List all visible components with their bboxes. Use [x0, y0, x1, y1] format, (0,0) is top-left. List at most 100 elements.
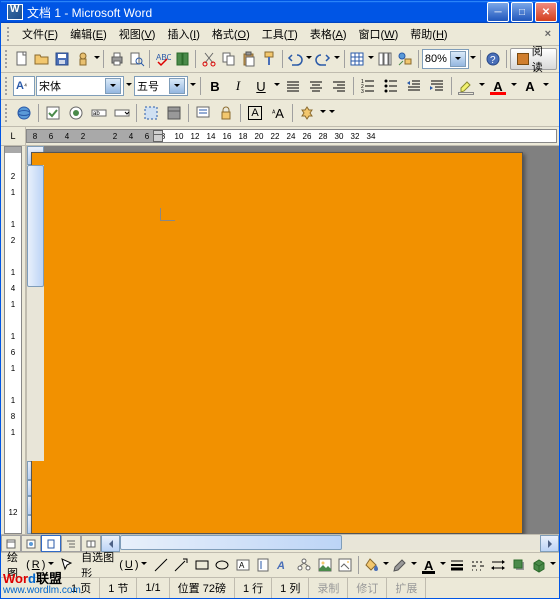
status-revision[interactable]: 修订 [348, 578, 387, 598]
copy-button[interactable] [219, 48, 238, 70]
radio-button[interactable] [65, 102, 87, 124]
horizontal-ruler[interactable]: L 8642246810121416182022242628303234 [1, 127, 559, 146]
menu-help[interactable]: 帮助(H) [404, 24, 453, 44]
char-shading-button[interactable]: A [519, 75, 541, 97]
decrease-indent-button[interactable] [403, 75, 425, 97]
permission-dropdown[interactable] [93, 56, 100, 62]
bullets-button[interactable] [380, 75, 402, 97]
research-button[interactable] [173, 48, 192, 70]
bold-button[interactable]: B [204, 75, 226, 97]
tab-selector[interactable]: L [1, 127, 26, 145]
line-color-dropdown[interactable] [411, 562, 418, 568]
underline-dropdown[interactable] [273, 83, 281, 89]
underline-button[interactable]: U [250, 75, 272, 97]
italic-button[interactable]: I [227, 75, 249, 97]
toolbar-overflow[interactable] [328, 110, 336, 116]
align-distribute-button[interactable] [282, 75, 304, 97]
redo-dropdown[interactable] [334, 56, 341, 62]
close-button[interactable]: ✕ [535, 2, 557, 22]
diagram-button[interactable] [295, 554, 315, 576]
redo-button[interactable] [314, 48, 333, 70]
status-extend[interactable]: 扩展 [387, 578, 426, 598]
highlight-button[interactable] [455, 75, 477, 97]
undo-button[interactable] [286, 48, 305, 70]
text-field-button[interactable]: ab [88, 102, 110, 124]
zoom-combo[interactable]: 80% [422, 49, 469, 69]
menu-table[interactable]: 表格(A) [304, 24, 353, 44]
toolbar-grip[interactable] [5, 50, 10, 68]
menu-view[interactable]: 视图(V) [113, 24, 162, 44]
paste-button[interactable] [240, 48, 259, 70]
font-color-button[interactable]: A [487, 75, 509, 97]
checkbox-button[interactable] [42, 102, 64, 124]
drawing-toolbar-button[interactable] [396, 48, 415, 70]
scroll-right-button[interactable] [540, 535, 559, 552]
hscroll-track[interactable] [120, 535, 540, 550]
new-doc-button[interactable] [13, 48, 32, 70]
maximize-button[interactable]: □ [511, 2, 533, 22]
vertical-textbox-button[interactable] [254, 554, 274, 576]
line-color-button[interactable] [390, 554, 410, 576]
web-tools-button[interactable] [13, 102, 35, 124]
toolbar-grip-2[interactable] [5, 77, 10, 95]
columns-button[interactable] [376, 48, 395, 70]
open-button[interactable] [33, 48, 52, 70]
insert-picture-button[interactable] [336, 554, 356, 576]
scroll-track[interactable] [27, 165, 44, 461]
save-button[interactable] [53, 48, 72, 70]
left-indent-marker[interactable] [153, 134, 163, 142]
format-painter-button[interactable] [260, 48, 279, 70]
align-right-button[interactable] [328, 75, 350, 97]
zoom-dropdown[interactable] [470, 56, 477, 62]
menubar-grip[interactable] [7, 27, 12, 41]
vertical-ruler[interactable]: 21121411611811216 [1, 146, 26, 534]
line-style-button[interactable] [447, 554, 467, 576]
font-combo[interactable]: 宋体 [36, 76, 124, 96]
line-button[interactable] [151, 554, 171, 576]
reset-form-button[interactable] [192, 102, 214, 124]
oval-button[interactable] [213, 554, 233, 576]
wordart-button[interactable]: A [274, 554, 294, 576]
menu-window[interactable]: 窗口(W) [353, 24, 405, 44]
numbering-button[interactable]: 123 [357, 75, 379, 97]
dropdown-field-button[interactable] [111, 102, 133, 124]
help-button[interactable]: ? [484, 48, 503, 70]
menu-insert[interactable]: 插入(I) [161, 24, 205, 44]
font-color-dropdown[interactable] [510, 83, 518, 89]
dash-style-button[interactable] [468, 554, 488, 576]
menu-file[interactable]: 文件(F) [16, 24, 64, 44]
scroll-thumb[interactable] [27, 165, 44, 287]
menu-format[interactable]: 格式(O) [206, 24, 256, 44]
toolbar-options[interactable] [542, 83, 550, 89]
draw-font-color-dropdown[interactable] [439, 562, 446, 568]
protect-form-button[interactable] [215, 102, 237, 124]
cut-button[interactable] [199, 48, 218, 70]
page[interactable] [31, 152, 523, 534]
insert-table-button[interactable] [348, 48, 367, 70]
textbox-button[interactable]: A [233, 554, 253, 576]
permission-button[interactable] [73, 48, 92, 70]
rectangle-button[interactable] [192, 554, 212, 576]
menu-edit[interactable]: 编辑(E) [64, 24, 113, 44]
minimize-button[interactable]: ─ [487, 2, 509, 22]
tools-button[interactable] [296, 102, 318, 124]
fill-color-dropdown[interactable] [382, 562, 389, 568]
reading-layout-button[interactable]: 阅读 [510, 48, 557, 70]
3d-button[interactable] [529, 554, 549, 576]
form-shading-button[interactable] [163, 102, 185, 124]
draw-overflow[interactable] [550, 562, 557, 568]
toolbar-grip-3[interactable] [5, 104, 10, 122]
insert-table-dropdown[interactable] [368, 56, 375, 62]
tools-dropdown[interactable] [319, 110, 327, 116]
char-border-button[interactable]: A [244, 102, 266, 124]
print-preview-button[interactable] [127, 48, 146, 70]
char-scaling-button[interactable]: ᴬA [267, 102, 289, 124]
fill-color-button[interactable] [362, 554, 382, 576]
style-combo[interactable]: A⁴ [13, 76, 35, 96]
insert-frame-button[interactable] [140, 102, 162, 124]
doc-close-button[interactable]: × [541, 28, 555, 40]
spellcheck-button[interactable]: ABC [153, 48, 172, 70]
hscroll-thumb[interactable] [120, 535, 342, 550]
draw-font-color-button[interactable]: A [419, 554, 439, 576]
menu-tools[interactable]: 工具(T) [256, 24, 304, 44]
